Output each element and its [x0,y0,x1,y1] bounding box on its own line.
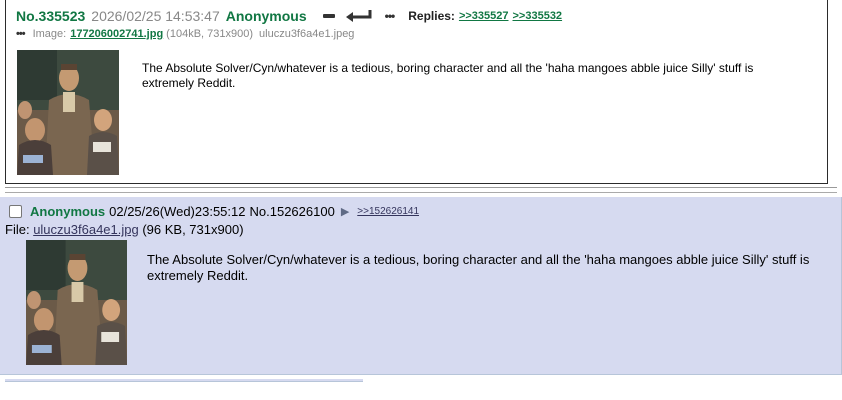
file-meta: (96 KB, 731x900) [142,222,244,237]
post-number[interactable]: No.152626100 [250,204,335,219]
file-link[interactable]: uluczu3f6a4e1.jpg [33,222,139,237]
post-number[interactable]: No.335523 [16,8,85,24]
post-message: The Absolute Solver/Cyn/whatever is a te… [142,61,754,90]
file-label: File: [5,222,30,237]
post-menu-arrow-icon[interactable]: ▶ [341,205,349,218]
file-link[interactable]: 177206002741.jpg [70,28,163,40]
reply-link-1[interactable]: >>335527 [459,10,509,22]
next-post-edge [5,379,363,382]
replies-label: Replies: [408,9,455,23]
divider [5,192,837,193]
more-options-icon[interactable]: ••• [385,9,396,23]
file-label: Image: [32,28,67,40]
post-thumbnail[interactable] [26,240,127,365]
post-datetime: 2026/02/25 14:53:47 [91,8,220,24]
reply-arrow-icon[interactable] [343,9,373,23]
file-meta: (104kB, 731x900) [166,28,254,40]
post-thumbnail[interactable] [17,50,119,175]
post-1: No.335523 2026/02/25 14:53:47 Anonymous … [5,0,828,184]
poster-name: Anonymous [30,204,106,219]
post-2-header: Anonymous 02/25/26(Wed)23:55:12 No.15262… [9,204,419,219]
post-message: The Absolute Solver/Cyn/whatever is a te… [147,252,810,283]
file-info: ••• Image: 177206002741.jpg (104kB, 731x… [16,28,354,40]
post-2: Anonymous 02/25/26(Wed)23:55:12 No.15262… [0,197,842,375]
minimize-icon[interactable] [322,14,335,18]
post-1-header: No.335523 2026/02/25 14:53:47 Anonymous … [16,7,562,25]
divider [5,187,837,188]
file-options-icon[interactable]: ••• [16,28,26,40]
reply-link-2[interactable]: >>335532 [513,10,563,22]
post-datetime: 02/25/26(Wed)23:55:12 [109,204,246,219]
reply-link[interactable]: >>152626141 [357,206,419,217]
file-info: File: uluczu3f6a4e1.jpg (96 KB, 731x900) [5,222,244,237]
file-original-name: uluczu3f6a4e1.jpeg [259,28,355,40]
select-checkbox[interactable] [9,205,22,218]
poster-name: Anonymous [225,8,307,24]
